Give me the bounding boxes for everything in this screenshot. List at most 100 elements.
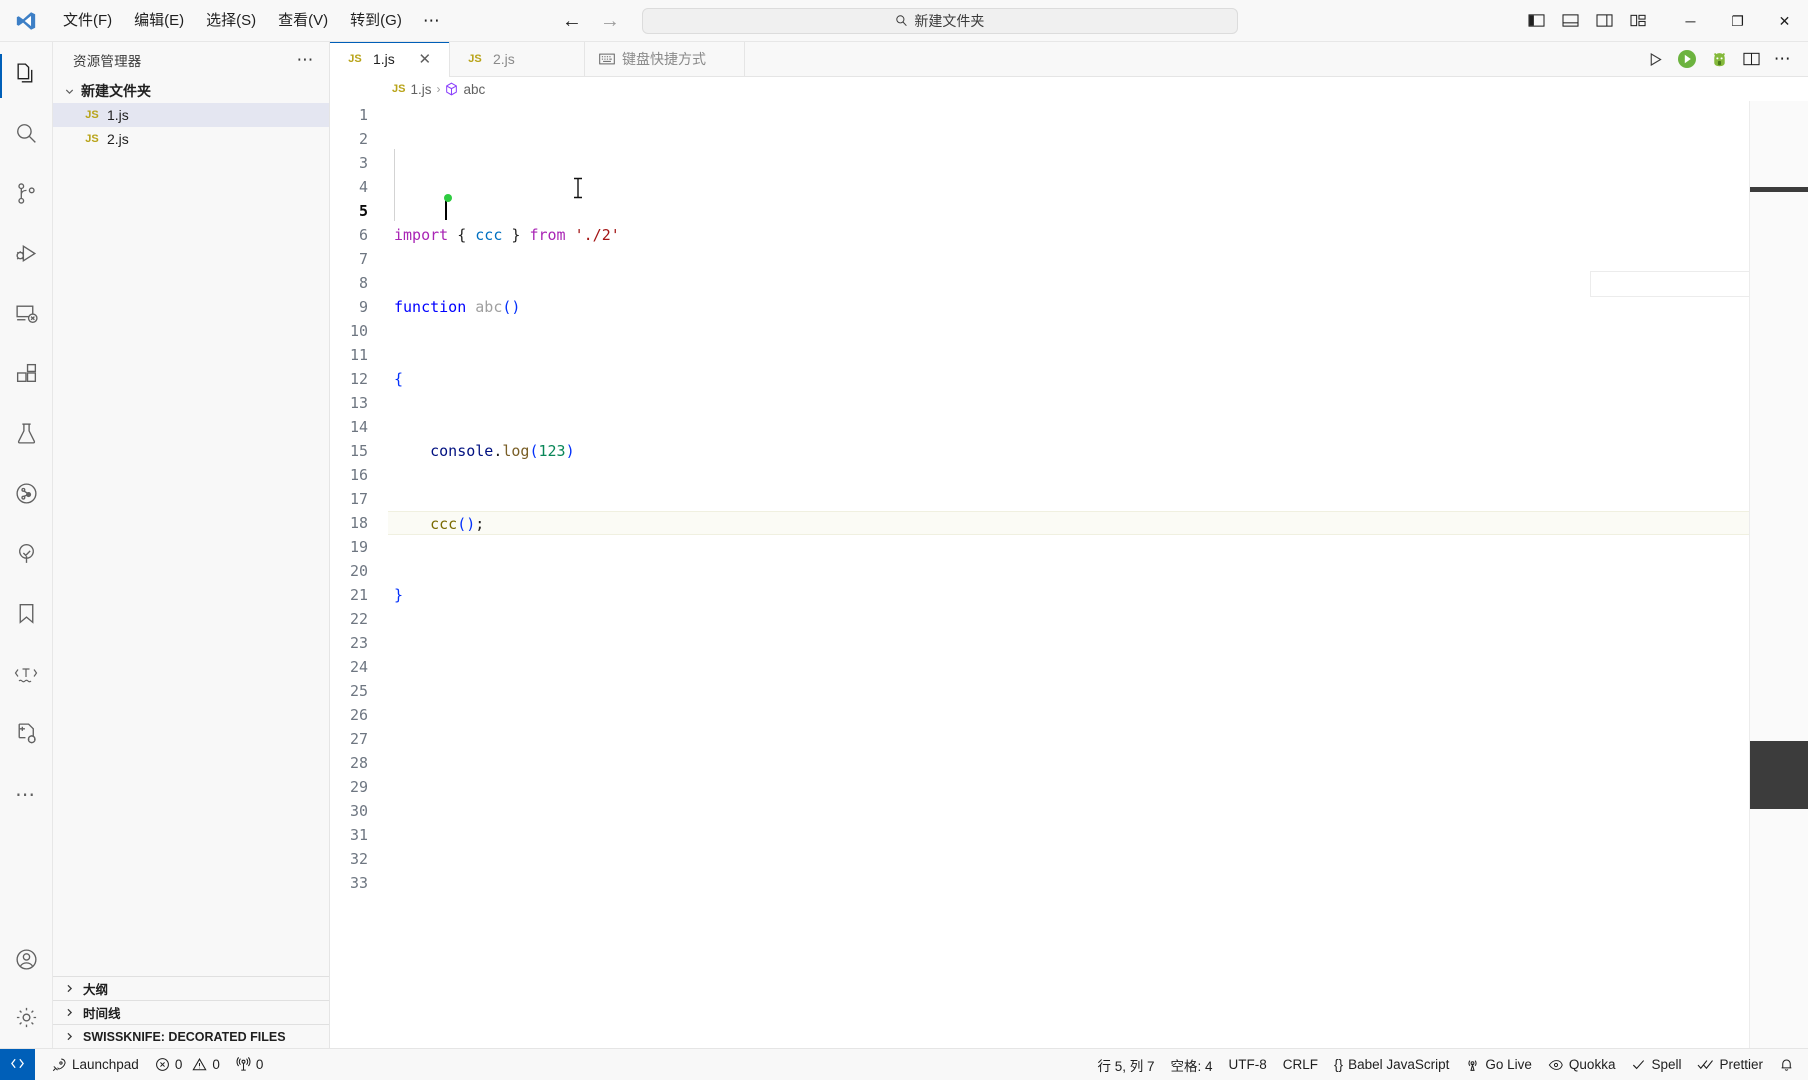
rocket-icon bbox=[51, 1057, 67, 1073]
layout-sidebar-left-icon[interactable] bbox=[1521, 6, 1551, 36]
status-editor-indentation[interactable]: 空格: 4 bbox=[1163, 1049, 1221, 1080]
line-number: 19 bbox=[349, 538, 368, 556]
line-number: 9 bbox=[358, 298, 368, 316]
status-editor-position[interactable]: 行 5, 列 7 bbox=[1089, 1049, 1162, 1080]
arrow-right-icon[interactable]: → bbox=[600, 11, 620, 31]
activity-more-icon[interactable]: ⋯ bbox=[0, 766, 53, 822]
js-file-icon: JS bbox=[348, 53, 362, 65]
status-ports[interactable]: 0 bbox=[228, 1049, 272, 1080]
close-icon[interactable]: ✕ bbox=[416, 50, 434, 68]
panel-swissknife[interactable]: SWISSKNIFE: DECORATED FILES bbox=[53, 1024, 329, 1048]
play-circle-green-icon[interactable] bbox=[1672, 44, 1702, 74]
breadcrumb-symbol[interactable]: abc bbox=[445, 82, 485, 97]
quokka-green-icon[interactable] bbox=[1704, 44, 1734, 74]
layout-panel-icon[interactable] bbox=[1555, 6, 1585, 36]
status-editor-encoding[interactable]: UTF-8 bbox=[1221, 1049, 1275, 1080]
status-prettier[interactable]: Prettier bbox=[1689, 1049, 1771, 1080]
radio-tower-icon bbox=[236, 1057, 251, 1072]
ellipsis-icon[interactable]: ⋯ bbox=[1768, 44, 1798, 74]
status-editor-eol[interactable]: CRLF bbox=[1275, 1049, 1326, 1080]
tree-folder-row[interactable]: 新建文件夹 bbox=[53, 79, 329, 103]
status-go-live[interactable]: Go Live bbox=[1457, 1049, 1540, 1080]
line-number: 13 bbox=[349, 394, 368, 412]
sidebar-item-source-control[interactable] bbox=[0, 166, 53, 226]
line-number: 6 bbox=[358, 226, 368, 244]
code-editor[interactable]: 1 2 3 4 5 6 7 8 9 10 11 12 13 14 15 16 1… bbox=[330, 101, 1808, 1048]
remote-indicator-button[interactable] bbox=[0, 1048, 35, 1080]
panel-outline[interactable]: 大纲 bbox=[53, 976, 329, 1000]
chevron-right-icon bbox=[61, 983, 77, 994]
sidebar-item-quokka[interactable] bbox=[0, 466, 53, 526]
menu-edit[interactable]: 编辑(E) bbox=[123, 7, 195, 35]
menu-selection[interactable]: 选择(S) bbox=[195, 7, 267, 35]
sidebar-actions-ellipsis-icon[interactable]: ⋯ bbox=[291, 50, 322, 70]
sidebar-item-extensions[interactable] bbox=[0, 346, 53, 406]
layout-customize-icon[interactable] bbox=[1623, 6, 1653, 36]
status-spell[interactable]: Spell bbox=[1623, 1049, 1689, 1080]
line-number: 17 bbox=[349, 490, 368, 508]
debug-icon bbox=[14, 241, 39, 271]
tree-file-1js[interactable]: JS 1.js bbox=[53, 103, 329, 127]
braces-icon: {} bbox=[1334, 1057, 1344, 1072]
line-number: 4 bbox=[358, 178, 368, 196]
sidebar-item-testing[interactable] bbox=[0, 406, 53, 466]
search-icon bbox=[14, 121, 39, 151]
breadcrumb-file[interactable]: JS 1.js bbox=[392, 82, 431, 97]
layout-sidebar-right-icon[interactable] bbox=[1589, 6, 1619, 36]
sidebar-item-remote-explorer[interactable] bbox=[0, 286, 53, 346]
tab-1js[interactable]: JS 1.js ✕ bbox=[330, 42, 450, 77]
line-number: 7 bbox=[358, 250, 368, 268]
tree-check-icon bbox=[14, 541, 39, 571]
sidebar-item-bookmarks[interactable] bbox=[0, 586, 53, 646]
panel-timeline[interactable]: 时间线 bbox=[53, 1000, 329, 1024]
command-center[interactable]: 新建文件夹 bbox=[641, 7, 1238, 34]
panel-swissknife-label: SWISSKNIFE: DECORATED FILES bbox=[83, 1029, 286, 1044]
status-notifications[interactable] bbox=[1771, 1049, 1808, 1080]
sidebar-item-file-utils[interactable] bbox=[0, 706, 53, 766]
code-line-3: { bbox=[394, 370, 404, 388]
line-number: 23 bbox=[349, 634, 368, 652]
sidebar-item-project-manager[interactable] bbox=[0, 526, 53, 586]
split-editor-icon[interactable] bbox=[1736, 44, 1766, 74]
play-outline-icon[interactable] bbox=[1640, 44, 1670, 74]
editor-vertical-scrollbar[interactable] bbox=[1794, 101, 1808, 1048]
line-number: 21 bbox=[349, 586, 368, 604]
line-number: 27 bbox=[349, 730, 368, 748]
window-close-button[interactable]: ✕ bbox=[1761, 0, 1808, 42]
sidebar-item-search[interactable] bbox=[0, 106, 53, 166]
tab-keyboard-shortcuts[interactable]: 键盘快捷方式 bbox=[585, 42, 745, 76]
arrow-left-icon[interactable]: ← bbox=[562, 11, 582, 31]
line-number: 15 bbox=[349, 442, 368, 460]
file-gear-icon bbox=[14, 721, 39, 751]
line-number: 24 bbox=[349, 658, 368, 676]
sidebar-item-run-and-debug[interactable] bbox=[0, 226, 53, 286]
js-file-icon: JS bbox=[85, 133, 99, 145]
vscode-logo-icon bbox=[0, 10, 52, 32]
status-problems[interactable]: 0 0 bbox=[147, 1049, 228, 1080]
sidebar-item-spell-checker[interactable] bbox=[0, 646, 53, 706]
status-editor-language[interactable]: {} Babel JavaScript bbox=[1326, 1049, 1457, 1080]
sidebar-item-explorer[interactable] bbox=[0, 46, 53, 106]
tab-2js[interactable]: JS 2.js bbox=[450, 42, 585, 76]
sidebar-title: 资源管理器 bbox=[73, 53, 142, 69]
status-launchpad[interactable]: Launchpad bbox=[43, 1049, 147, 1080]
text-caret bbox=[445, 200, 447, 220]
settings-gear-button[interactable] bbox=[0, 992, 53, 1048]
menu-go[interactable]: 转到(G) bbox=[339, 7, 413, 35]
sidebar-header: 资源管理器 ⋯ bbox=[53, 42, 329, 77]
window-maximize-button[interactable]: ❐ bbox=[1714, 0, 1761, 42]
menu-view[interactable]: 查看(V) bbox=[267, 7, 339, 35]
menu-file[interactable]: 文件(F) bbox=[52, 7, 123, 35]
tree-file-label: 1.js bbox=[107, 107, 129, 123]
menu-more-button[interactable]: ⋯ bbox=[413, 11, 452, 31]
source-control-icon bbox=[14, 181, 39, 211]
explorer-sidebar: 资源管理器 ⋯ 新建文件夹 JS 1.js JS 2.js 大纲 时间线 SWI… bbox=[53, 42, 330, 1048]
bookmark-icon bbox=[14, 601, 39, 631]
status-quokka[interactable]: Quokka bbox=[1540, 1049, 1624, 1080]
window-minimize-button[interactable]: ─ bbox=[1667, 0, 1714, 42]
code-content[interactable]: import { ccc } from './2' function abc()… bbox=[388, 101, 1750, 1048]
broadcast-icon bbox=[1465, 1057, 1480, 1072]
accounts-button[interactable] bbox=[0, 932, 53, 992]
status-go-live-label: Go Live bbox=[1485, 1057, 1532, 1072]
tree-file-2js[interactable]: JS 2.js bbox=[53, 127, 329, 151]
